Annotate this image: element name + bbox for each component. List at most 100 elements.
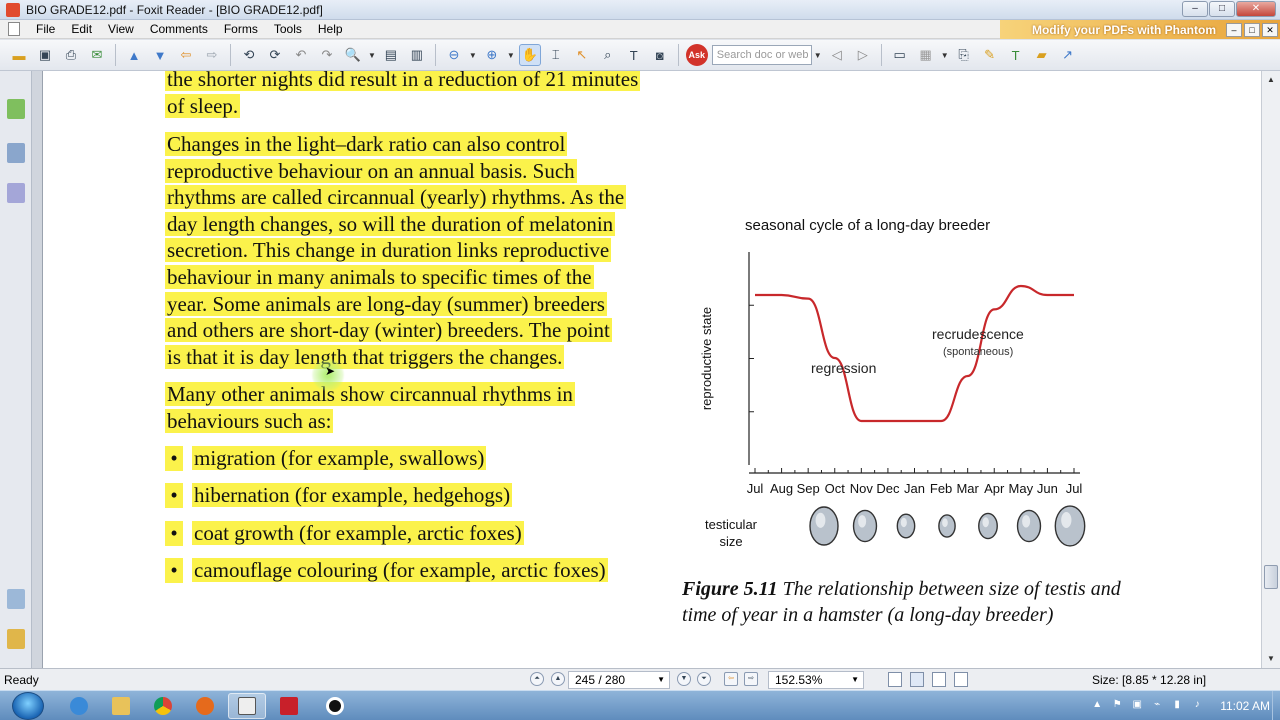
recorder-icon[interactable] xyxy=(316,693,354,719)
layers-panel-icon[interactable] xyxy=(7,183,25,203)
select-text-icon[interactable]: ⌶ xyxy=(545,44,567,66)
scroll-thumb[interactable] xyxy=(1264,565,1278,589)
note-icon[interactable]: ▭ xyxy=(889,44,911,66)
testis-highlight xyxy=(815,512,826,528)
email-icon[interactable]: ✉ xyxy=(86,44,108,66)
snapshot-icon[interactable]: ◙ xyxy=(649,44,671,66)
file-explorer-icon[interactable] xyxy=(102,693,140,719)
maximize-button[interactable]: □ xyxy=(1209,1,1235,17)
zoom-dropdown-arrow[interactable]: ▼ xyxy=(851,675,859,684)
search-prev-icon[interactable]: ◁ xyxy=(826,44,848,66)
menu-forms[interactable]: Forms xyxy=(216,22,266,36)
last-page-icon[interactable]: ⏷ xyxy=(697,672,711,686)
clock[interactable]: 11:02 AM xyxy=(1220,699,1270,713)
next-page-icon[interactable]: ▼ xyxy=(149,44,171,66)
zoom-dropdown-arrow[interactable]: ▼ xyxy=(368,51,376,60)
zoom-in-icon[interactable]: ⊕ xyxy=(481,44,503,66)
document-page[interactable]: the shorter nights did result in a reduc… xyxy=(42,71,1261,668)
continuous-facing-view-icon[interactable] xyxy=(954,672,968,687)
x-tick-label: Sep xyxy=(797,481,820,496)
rotate-left-icon[interactable]: ⟲ xyxy=(238,44,260,66)
menu-tools[interactable]: Tools xyxy=(266,22,310,36)
prev-page-icon[interactable]: ▲ xyxy=(551,672,565,686)
text-box-icon[interactable]: T xyxy=(1005,44,1027,66)
acrobat-icon[interactable] xyxy=(270,693,308,719)
bookmarks-panel-icon[interactable] xyxy=(7,143,25,163)
show-desktop-button[interactable] xyxy=(1272,691,1280,720)
back-nav-icon[interactable]: ⇦ xyxy=(724,672,738,686)
zoom-level-field[interactable]: 152.53% ▼ xyxy=(768,671,864,689)
open-icon[interactable]: ▬ xyxy=(8,44,30,66)
zoom-out-icon[interactable]: ⊖ xyxy=(443,44,465,66)
pencil-icon[interactable]: ✎ xyxy=(979,44,1001,66)
annotation-spontaneous: (spontaneous) xyxy=(943,346,1013,358)
doc-minimize-button[interactable]: – xyxy=(1226,22,1242,37)
foxit-taskbar-icon[interactable] xyxy=(228,693,266,719)
rotate-right-icon[interactable]: ⟳ xyxy=(264,44,286,66)
menu-file[interactable]: File xyxy=(28,22,63,36)
facing-view-icon[interactable] xyxy=(932,672,946,687)
zoom-in-dropdown-arrow[interactable]: ▼ xyxy=(507,51,515,60)
internet-explorer-icon[interactable] xyxy=(60,693,98,719)
continuous-view-icon[interactable] xyxy=(910,672,924,687)
print-icon[interactable]: ⎙ xyxy=(60,44,82,66)
doc-restore-button[interactable]: □ xyxy=(1244,22,1260,37)
next-page-icon[interactable]: ▼ xyxy=(677,672,691,686)
fit-width-icon[interactable]: ▥ xyxy=(406,44,428,66)
minimize-button[interactable]: – xyxy=(1182,1,1208,17)
volume-icon[interactable]: ♪ xyxy=(1190,699,1204,713)
bullet-marker: • xyxy=(165,446,183,471)
pages-panel-icon[interactable] xyxy=(7,99,25,119)
phantom-banner[interactable]: Modify your PDFs with Phantom – □ ✕ xyxy=(1000,20,1280,39)
figure-caption: Figure 5.11 The relationship between siz… xyxy=(682,576,1122,628)
attachments-panel-icon[interactable] xyxy=(7,629,25,649)
banner-text: Modify your PDFs with Phantom xyxy=(1031,22,1216,37)
page-dropdown-arrow[interactable]: ▼ xyxy=(657,675,665,684)
network-icon[interactable]: ▮ xyxy=(1170,699,1184,713)
usb-icon[interactable]: ⌁ xyxy=(1150,699,1164,713)
scroll-down-icon[interactable]: ▼ xyxy=(1263,651,1279,667)
menu-comments[interactable]: Comments xyxy=(142,22,216,36)
search-dropdown-arrow[interactable]: ▼ xyxy=(814,51,822,60)
scroll-up-icon[interactable]: ▲ xyxy=(1263,72,1279,88)
undo-icon[interactable]: ↶ xyxy=(290,44,312,66)
pattern-dropdown-arrow[interactable]: ▼ xyxy=(941,51,949,60)
select-arrow-icon[interactable]: ↖ xyxy=(571,44,593,66)
flag-icon[interactable]: ⚑ xyxy=(1110,699,1124,713)
tray-expand-icon[interactable]: ▲ xyxy=(1090,699,1104,713)
pattern-icon[interactable]: ▦ xyxy=(915,44,937,66)
zoom-icon[interactable]: 🔍 xyxy=(342,44,364,66)
attachment-icon[interactable]: ⎘ xyxy=(953,44,975,66)
page-number-field[interactable]: 245 / 280 ▼ xyxy=(568,671,670,689)
menu-edit[interactable]: Edit xyxy=(63,22,100,36)
first-page-icon[interactable]: ⏶ xyxy=(530,672,544,686)
forward-nav-icon[interactable]: ⇨ xyxy=(744,672,758,686)
save-icon[interactable]: ▣ xyxy=(34,44,56,66)
toolbar-separator xyxy=(230,44,231,66)
zoom-out-dropdown-arrow[interactable]: ▼ xyxy=(469,51,477,60)
fit-page-icon[interactable]: ▤ xyxy=(380,44,402,66)
panel-divider[interactable] xyxy=(32,71,42,668)
vertical-scrollbar[interactable]: ▲ ▼ xyxy=(1261,71,1280,668)
search-input[interactable]: Search doc or web xyxy=(711,45,812,65)
menu-help[interactable]: Help xyxy=(310,22,351,36)
find-icon[interactable]: ⌕ xyxy=(597,44,619,66)
tray-app-icon[interactable]: ▣ xyxy=(1130,699,1144,713)
typewriter-icon[interactable]: T xyxy=(623,44,645,66)
previous-page-icon[interactable]: ▲ xyxy=(123,44,145,66)
firefox-icon[interactable] xyxy=(186,693,224,719)
menu-view[interactable]: View xyxy=(100,22,142,36)
start-button-icon[interactable] xyxy=(12,692,44,720)
comments-panel-icon[interactable] xyxy=(7,589,25,609)
hand-tool-icon[interactable]: ✋ xyxy=(518,44,541,66)
comment-icon[interactable]: ▰ xyxy=(1031,44,1053,66)
back-icon[interactable]: ⇦ xyxy=(175,44,197,66)
redo-icon[interactable]: ↷ xyxy=(316,44,338,66)
arrow-tool-icon[interactable]: ↗ xyxy=(1057,44,1079,66)
single-page-view-icon[interactable] xyxy=(888,672,902,687)
search-next-icon[interactable]: ▷ xyxy=(852,44,874,66)
close-button[interactable]: ✕ xyxy=(1236,1,1276,17)
forward-icon[interactable]: ⇨ xyxy=(201,44,223,66)
chrome-icon[interactable] xyxy=(144,693,182,719)
doc-close-button[interactable]: ✕ xyxy=(1262,22,1278,37)
